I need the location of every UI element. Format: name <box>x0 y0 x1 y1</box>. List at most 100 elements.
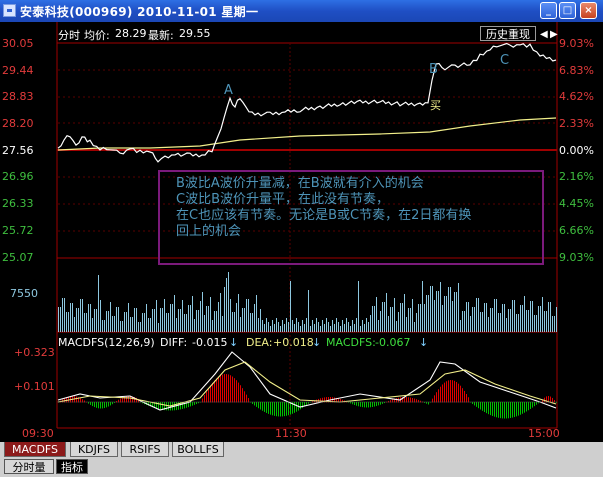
macd-bar <box>158 402 159 409</box>
volume-bar <box>100 300 101 332</box>
volume-bar <box>384 302 385 332</box>
latest-price-label: 最新: <box>148 29 174 42</box>
volume-bar <box>138 322 139 332</box>
volume-bar <box>110 302 111 332</box>
chart-area[interactable]: A B C 买 ◀ ▶ 分时 均价: 28.29 最新: 29.55 历史重现 … <box>0 22 603 442</box>
macd-axis-label: +0.323 <box>14 346 55 359</box>
volume-bar <box>364 324 365 332</box>
next-day-arrow-icon[interactable]: ▶ <box>550 29 558 40</box>
volume-bar <box>368 322 369 332</box>
tab-volume-view[interactable]: 分时量 <box>4 459 54 474</box>
volume-bar <box>72 303 73 332</box>
minimize-button[interactable]: _ <box>540 2 557 19</box>
volume-bar <box>508 309 509 332</box>
macd-bar <box>464 390 465 403</box>
tab-macdfs[interactable]: MACDFS <box>4 442 66 457</box>
volume-bar <box>240 317 241 332</box>
macd-bar <box>532 402 533 408</box>
volume-bar <box>526 310 527 332</box>
macd-bar <box>100 402 101 409</box>
macd-bar <box>94 402 95 408</box>
volume-bar <box>198 310 199 332</box>
macd-bar <box>254 402 255 406</box>
tab-rsifs[interactable]: RSIFS <box>121 442 169 457</box>
volume-bar <box>172 304 173 332</box>
volume-bar <box>452 301 453 332</box>
volume-bar <box>70 303 71 332</box>
volume-bar <box>320 326 321 332</box>
macd-bars <box>58 374 557 419</box>
volume-bar <box>78 308 79 332</box>
macd-bar <box>160 402 161 410</box>
macd-bar <box>356 402 357 406</box>
volume-bar <box>144 313 145 332</box>
macdfs-value: -0.067 <box>375 336 411 349</box>
volume-bar <box>412 299 413 332</box>
macd-bar <box>218 376 219 403</box>
volume-bar <box>162 308 163 332</box>
macd-bar <box>514 402 515 418</box>
volume-bar <box>348 322 349 332</box>
volume-bar <box>482 312 483 332</box>
price-axis-label: 28.83 <box>2 90 34 103</box>
volume-bar <box>350 326 351 332</box>
volume-bar <box>342 320 343 332</box>
prev-day-arrow-icon[interactable]: ◀ <box>540 29 548 40</box>
macd-bar <box>524 402 525 413</box>
macd-bar <box>166 402 167 411</box>
volume-bar <box>442 305 443 332</box>
macd-bar <box>380 402 381 405</box>
down-arrow-icon: ↓ <box>312 336 322 349</box>
volume-bar <box>288 322 289 332</box>
macd-bar <box>506 402 507 419</box>
volume-bar <box>152 309 153 332</box>
tab-kdjfs[interactable]: KDJFS <box>70 442 118 457</box>
volume-bar <box>408 308 409 332</box>
macd-bar <box>482 402 483 411</box>
macd-bar <box>238 382 239 403</box>
volume-bar <box>96 309 97 332</box>
volume-bar <box>524 296 525 332</box>
tab-bollfs[interactable]: BOLLFS <box>172 442 224 457</box>
volume-bar <box>306 318 307 332</box>
volume-bar <box>268 322 269 332</box>
volume-bar <box>352 320 353 332</box>
maximize-button[interactable]: □ <box>559 2 576 19</box>
volume-bar <box>424 304 425 332</box>
volume-bar <box>394 298 395 332</box>
macd-bar <box>130 396 131 403</box>
volume-bar <box>88 304 89 332</box>
percent-axis-label: 4.45% <box>559 197 594 210</box>
volume-bar <box>472 307 473 332</box>
volume-bar <box>502 304 503 332</box>
volume-bar <box>190 305 191 332</box>
macd-bar <box>488 402 489 415</box>
macd-title: MACDFS(12,26,9) <box>58 336 155 349</box>
macd-bar <box>364 402 365 408</box>
macd-bar <box>236 380 237 403</box>
macd-bar <box>368 402 369 408</box>
volume-bar <box>516 314 517 332</box>
volume-bar <box>258 318 259 332</box>
volume-bar <box>322 320 323 332</box>
macd-bar <box>96 402 97 408</box>
macd-bar <box>512 402 513 418</box>
volume-bar <box>314 324 315 332</box>
volume-bar <box>484 303 485 332</box>
macd-bar <box>262 402 263 411</box>
macd-bar <box>530 402 531 409</box>
volume-bar <box>166 313 167 332</box>
macd-bar <box>460 385 461 403</box>
wave-label-c: C <box>500 53 509 68</box>
close-button[interactable]: × <box>580 2 597 19</box>
tab-indicator-view[interactable]: 指标 <box>56 459 88 474</box>
macd-bar <box>522 402 523 414</box>
volume-bar <box>406 317 407 332</box>
history-replay-button[interactable]: 历史重现 <box>480 26 536 41</box>
volume-bar <box>282 320 283 332</box>
volume-bar <box>66 312 67 332</box>
price-axis-label: 30.05 <box>2 37 34 50</box>
macd-bar <box>104 402 105 409</box>
annotation-line: 在C也应该有节奏。无论是B或C节奏，在2日都有换 <box>176 208 472 223</box>
macd-bar <box>378 402 379 406</box>
